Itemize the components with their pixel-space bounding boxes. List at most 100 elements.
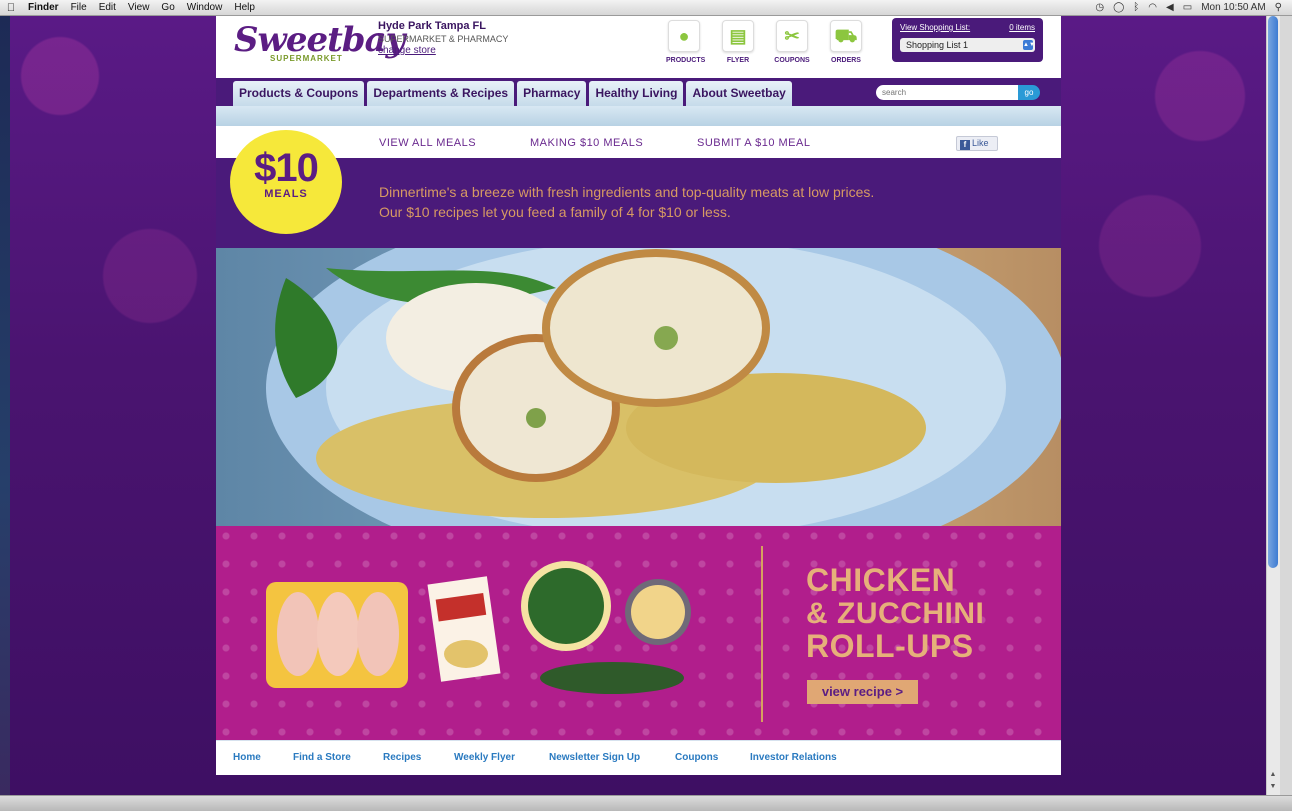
making-10-meals-link[interactable]: MAKING $10 MEALS bbox=[530, 137, 643, 149]
chicken-breast bbox=[317, 592, 359, 676]
store-info: Hyde Park Tampa FL SUPERMARKET & PHARMAC… bbox=[378, 20, 508, 56]
zucchini-filling bbox=[526, 408, 546, 428]
feature-divider bbox=[761, 546, 763, 722]
footer-weekly-flyer-link[interactable]: Weekly Flyer bbox=[454, 752, 515, 763]
site-header: Sweetbay SUPERMARKET Hyde Park Tampa FL … bbox=[216, 16, 1061, 78]
main-nav: Products & Coupons Departments & Recipes… bbox=[216, 78, 1061, 106]
shopping-list-widget: View Shopping List: 0 items Shopping Lis… bbox=[892, 18, 1043, 62]
tab-healthy-living[interactable]: Healthy Living bbox=[589, 81, 684, 106]
menu-help[interactable]: Help bbox=[228, 0, 261, 16]
recipe-title-line-3: ROLL-UPS bbox=[806, 628, 974, 664]
menu-file[interactable]: File bbox=[65, 0, 93, 16]
intro-line-2: Our $10 recipes let you feed a family of… bbox=[379, 204, 731, 220]
window-edge bbox=[0, 16, 10, 795]
hero-food-photo bbox=[216, 248, 1061, 526]
tab-departments-recipes[interactable]: Departments & Recipes bbox=[367, 81, 515, 106]
recipe-title-line-2: & ZUCCHINI bbox=[806, 597, 985, 630]
footer-coupons-link[interactable]: Coupons bbox=[675, 752, 718, 763]
chicken-roll bbox=[542, 249, 770, 407]
shopping-list-selected: Shopping List 1 bbox=[906, 40, 969, 50]
change-store-link[interactable]: change store bbox=[378, 45, 508, 56]
shopping-list-select[interactable]: Shopping List 1 ▲▼ bbox=[900, 38, 1035, 52]
ingredients-illustration bbox=[266, 561, 691, 694]
bluetooth-icon[interactable]: ᛒ bbox=[1133, 2, 1139, 13]
menu-edit[interactable]: Edit bbox=[93, 0, 122, 16]
view-recipe-button[interactable]: view recipe > bbox=[807, 680, 918, 704]
shopping-list-count[interactable]: 0 items bbox=[1009, 23, 1035, 32]
chevron-updown-icon: ▲▼ bbox=[1023, 40, 1035, 50]
site-footer: Home Find a Store Recipes Weekly Flyer N… bbox=[216, 740, 1061, 775]
tab-products-coupons[interactable]: Products & Coupons bbox=[233, 81, 365, 106]
badge-amount: $10 bbox=[254, 146, 319, 190]
recipe-title-line-1: CHICKEN bbox=[806, 562, 956, 598]
view-shopping-list-link[interactable]: View Shopping List: bbox=[900, 23, 970, 32]
chicken-breast bbox=[277, 592, 319, 676]
menu-finder[interactable]: Finder bbox=[22, 0, 65, 16]
footer-investor-relations-link[interactable]: Investor Relations bbox=[750, 752, 837, 763]
store-type: SUPERMARKET & PHARMACY bbox=[378, 34, 509, 44]
chat-icon[interactable]: ◯ bbox=[1113, 2, 1124, 13]
menu-go[interactable]: Go bbox=[155, 0, 180, 16]
ten-dollar-meals-badge: $10 MEALS bbox=[230, 130, 342, 234]
submit-10-meal-link[interactable]: SUBMIT A $10 MEAL bbox=[697, 137, 810, 149]
facebook-like-button[interactable]: f Like bbox=[956, 136, 998, 151]
badge-label: MEALS bbox=[264, 188, 308, 200]
coupons-link[interactable]: ✂ COUPONS bbox=[774, 20, 810, 64]
nav-underband bbox=[216, 106, 1061, 126]
facebook-icon: f bbox=[960, 140, 970, 150]
flyer-link[interactable]: ▤ FLYER bbox=[720, 20, 756, 64]
sweetbay-page: Sweetbay SUPERMARKET Hyde Park Tampa FL … bbox=[216, 16, 1061, 795]
menu-window[interactable]: Window bbox=[181, 0, 229, 16]
green-beans-bowl bbox=[528, 568, 604, 644]
zucchini bbox=[540, 662, 684, 694]
coupons-label: COUPONS bbox=[774, 57, 810, 64]
flyer-label: FLYER bbox=[726, 57, 750, 64]
like-label: Like bbox=[972, 138, 989, 148]
flyer-icon: ▤ bbox=[729, 26, 747, 46]
footer-recipes-link[interactable]: Recipes bbox=[383, 752, 421, 763]
zucchini-filling bbox=[654, 326, 678, 350]
time-machine-icon[interactable]: ◷ bbox=[1095, 2, 1104, 13]
meals-submenu: VIEW ALL MEALS MAKING $10 MEALS SUBMIT A… bbox=[216, 126, 1061, 158]
products-label: PRODUCTS bbox=[666, 57, 706, 64]
rice-mix-box-photo bbox=[444, 640, 488, 668]
view-all-meals-link[interactable]: VIEW ALL MEALS bbox=[379, 137, 476, 149]
chicken-breast bbox=[357, 592, 399, 676]
mac-menubar:  Finder File Edit View Go Window Help ◷… bbox=[0, 0, 1292, 16]
menu-view[interactable]: View bbox=[122, 0, 156, 16]
scrollbar-thumb[interactable] bbox=[1268, 16, 1278, 568]
meals-intro: $10 MEALS Dinnertime's a breeze with fre… bbox=[216, 130, 1061, 248]
apple-menu-icon[interactable]:  bbox=[0, 2, 22, 14]
volume-icon[interactable]: ◀ bbox=[1166, 2, 1174, 13]
wifi-icon[interactable]: ◠ bbox=[1148, 2, 1157, 13]
search-input[interactable] bbox=[876, 85, 1018, 100]
intro-line-1: Dinnertime's a breeze with fresh ingredi… bbox=[379, 184, 875, 200]
footer-home-link[interactable]: Home bbox=[233, 752, 261, 763]
tab-pharmacy[interactable]: Pharmacy bbox=[517, 81, 587, 106]
site-search: go bbox=[876, 85, 1040, 100]
quick-links: ● PRODUCTS ▤ FLYER ✂ COUPONS ⛟ ORDERS bbox=[666, 20, 864, 64]
intro-text: Dinnertime's a breeze with fresh ingredi… bbox=[379, 182, 874, 222]
footer-newsletter-link[interactable]: Newsletter Sign Up bbox=[549, 752, 640, 763]
tab-about-sweetbay[interactable]: About Sweetbay bbox=[686, 81, 792, 106]
scroll-down-arrow-icon[interactable]: ▼ bbox=[1268, 782, 1278, 792]
shredded-cheese bbox=[631, 585, 685, 639]
search-go-button[interactable]: go bbox=[1018, 85, 1040, 100]
battery-icon[interactable]: ▭ bbox=[1183, 2, 1192, 13]
cart-icon: ⛟ bbox=[834, 26, 858, 46]
menubar-clock[interactable]: Mon 10:50 AM bbox=[1201, 2, 1265, 13]
products-link[interactable]: ● PRODUCTS bbox=[666, 20, 706, 64]
hero-plate-illustration bbox=[266, 248, 1061, 526]
orders-label: ORDERS bbox=[831, 57, 861, 64]
recipe-title: CHICKEN & ZUCCHINI ROLL-UPS bbox=[806, 564, 984, 663]
apple-icon: ● bbox=[678, 26, 690, 46]
store-city: Hyde Park Tampa FL bbox=[378, 20, 486, 32]
featured-recipe: CHICKEN & ZUCCHINI ROLL-UPS view recipe … bbox=[216, 526, 1061, 740]
scroll-up-arrow-icon[interactable]: ▲ bbox=[1268, 770, 1278, 780]
orders-link[interactable]: ⛟ ORDERS bbox=[828, 20, 864, 64]
footer-find-store-link[interactable]: Find a Store bbox=[293, 752, 351, 763]
window-bottom-bar bbox=[0, 795, 1292, 811]
spotlight-icon[interactable]: ⚲ bbox=[1275, 2, 1282, 13]
window-right-edge bbox=[1280, 16, 1292, 795]
menubar-tray: ◷ ◯ ᛒ ◠ ◀ ▭ Mon 10:50 AM ⚲ bbox=[1095, 2, 1292, 13]
